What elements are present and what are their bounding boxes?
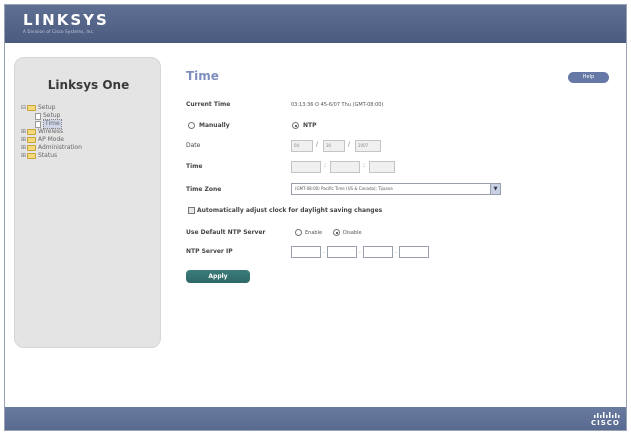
tree-item-wireless[interactable]: ⊞ Wireless [21, 128, 82, 136]
page-icon [35, 112, 41, 120]
date-separator: / [316, 141, 319, 148]
ip-separator: . [323, 248, 325, 255]
time-second-input[interactable] [369, 161, 395, 173]
time-zone-select[interactable]: (GMT-08:00) Pacific Time (US & Canada); … [291, 183, 501, 195]
nav-tree: ⊟ Setup Setup Time ⊞ Wireless ⊞ AP Mode [21, 104, 82, 160]
manually-radio[interactable] [188, 122, 195, 129]
date-year-input[interactable]: 2007 [355, 140, 381, 152]
tree-item-setup[interactable]: ⊟ Setup [21, 104, 82, 112]
ntp-ip-octet-4[interactable] [399, 246, 429, 258]
time-hour-input[interactable] [291, 161, 321, 173]
tree-item-status[interactable]: ⊞ Status [21, 152, 82, 160]
ntp-enable-radio[interactable] [295, 229, 302, 236]
apply-button[interactable]: Apply [186, 270, 250, 283]
ntp-disable-radio[interactable] [333, 229, 340, 236]
default-ntp-label: Use Default NTP Server [186, 229, 266, 236]
header-bar: LINKSYS A Division of Cisco Systems, Inc… [5, 5, 626, 43]
time-zone-label: Time Zone [186, 186, 222, 193]
logo-tagline: A Division of Cisco Systems, Inc. [23, 29, 95, 34]
time-separator: : [363, 162, 366, 169]
chevron-down-icon[interactable]: ▼ [490, 184, 500, 194]
ntp-ip-octet-3[interactable] [363, 246, 393, 258]
time-minute-input[interactable] [330, 161, 360, 173]
time-label: Time [186, 163, 203, 170]
ntp-disable-label: Disable [343, 230, 362, 236]
current-time-label: Current Time [186, 101, 231, 108]
ntp-radio[interactable] [292, 122, 299, 129]
ntp-ip-octet-1[interactable] [291, 246, 321, 258]
help-button[interactable]: Help [568, 72, 609, 83]
dst-checkbox[interactable] [188, 207, 195, 214]
current-time-value: 03:13:36 O 45-6/07 Thu (GMT-08:00) [291, 102, 384, 108]
dst-label: Automatically adjust clock for daylight … [197, 207, 383, 214]
date-day-input[interactable]: 30 [323, 140, 345, 152]
ntp-ip-octet-2[interactable] [327, 246, 357, 258]
cisco-logo-icon [594, 412, 620, 418]
cisco-wordmark: CISCO [591, 419, 620, 427]
folder-icon [27, 137, 36, 143]
folder-icon [27, 129, 36, 135]
ntp-enable-label: Enable [305, 230, 323, 236]
tree-item-label: AP Mode [38, 136, 64, 143]
date-month-input[interactable]: 04 [291, 140, 313, 152]
tree-item-label: Setup [38, 104, 56, 111]
page-title: Time [186, 69, 219, 83]
date-separator: / [348, 141, 351, 148]
tree-item-ap-mode[interactable]: ⊞ AP Mode [21, 136, 82, 144]
app-frame: LINKSYS A Division of Cisco Systems, Inc… [4, 4, 627, 431]
tree-item-time[interactable]: Time [21, 119, 82, 129]
page-icon [35, 120, 41, 128]
ntp-label: NTP [303, 122, 317, 129]
sidebar-title: Linksys One [47, 78, 130, 92]
ip-separator: . [395, 248, 397, 255]
sidebar: Linksys One ⊟ Setup Setup Time ⊞ Wireles… [14, 57, 161, 348]
tree-item-administration[interactable]: ⊞ Administration [21, 144, 82, 152]
time-zone-value: (GMT-08:00) Pacific Time (US & Canada); … [295, 186, 393, 191]
tree-item-label: Wireless [38, 128, 64, 135]
folder-icon [27, 105, 36, 111]
tree-item-label: Administration [38, 144, 82, 151]
linksys-logo: LINKSYS [23, 11, 109, 29]
footer-bar: CISCO [5, 407, 626, 430]
folder-icon [27, 153, 36, 159]
date-label: Date [186, 142, 201, 149]
folder-icon [27, 145, 36, 151]
ntp-server-ip-label: NTP Server IP [186, 248, 233, 255]
tree-item-label: Status [38, 152, 58, 159]
manually-label: Manually [199, 122, 230, 129]
time-separator: : [324, 162, 327, 169]
ip-separator: . [359, 248, 361, 255]
